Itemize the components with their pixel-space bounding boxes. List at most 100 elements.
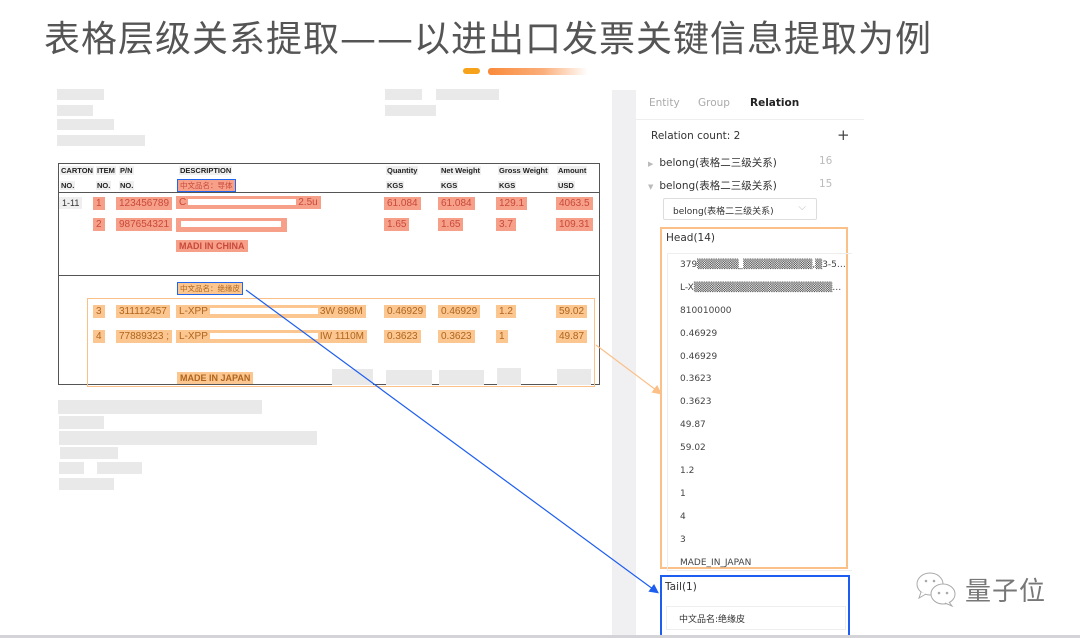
panel-divider bbox=[612, 90, 636, 638]
head-item[interactable]: 0.46929 bbox=[668, 323, 846, 346]
description[interactable]: L-XPP 3W 898M bbox=[176, 305, 366, 318]
plus-icon[interactable]: + bbox=[837, 126, 850, 144]
quantity[interactable]: 1.65 bbox=[384, 218, 410, 231]
amount[interactable]: 49.87 bbox=[556, 330, 588, 343]
head-list: 379▒▒▒▒▒▒_▒▒▒▒▒▒▒▒▒▒,▒3-50... L-X▒▒▒▒▒▒▒… bbox=[667, 253, 852, 571]
redacted-text bbox=[209, 333, 318, 340]
caret-right-icon[interactable]: ▶ bbox=[648, 160, 653, 168]
wechat-icon bbox=[916, 572, 956, 608]
description-prefix: C bbox=[179, 197, 187, 208]
description[interactable] bbox=[176, 218, 287, 232]
tab-relation[interactable]: Relation bbox=[750, 97, 799, 109]
head-item[interactable]: 1.2 bbox=[668, 460, 846, 483]
head-section: Head(14) 379▒▒▒▒▒▒_▒▒▒▒▒▒▒▒▒▒,▒3-50... L… bbox=[660, 227, 852, 571]
head-item[interactable]: 0.3623 bbox=[668, 391, 846, 414]
head-item[interactable]: 49.87 bbox=[668, 414, 846, 437]
title-deco-dot bbox=[463, 68, 480, 74]
item-no[interactable]: 2 bbox=[93, 218, 105, 231]
watermark: 量子位 bbox=[915, 570, 1046, 608]
gross-weight[interactable]: 129.1 bbox=[496, 197, 528, 210]
quantity[interactable]: 0.3623 bbox=[384, 330, 421, 343]
redacted-block bbox=[386, 370, 432, 385]
origin-label[interactable]: MADE IN JAPAN bbox=[177, 372, 254, 384]
relation-item-collapsed[interactable]: ▶ belong(表格二三级关系) 16 bbox=[648, 155, 832, 170]
slide-title: 表格层级关系提取——以进出口发票关键信息提取为例 bbox=[44, 19, 933, 60]
relation-item-expanded[interactable]: ▼ belong(表格二三级关系) 15 bbox=[648, 178, 832, 193]
relation-count: Relation count: 2 bbox=[651, 130, 741, 142]
description[interactable]: L-XPP IW 1110M bbox=[176, 330, 367, 343]
redacted-block bbox=[57, 119, 114, 130]
gross-weight[interactable]: 1.2 bbox=[496, 305, 516, 318]
col-header-net-weight: Net Weight bbox=[440, 166, 482, 175]
col-subheader-carton: NO. bbox=[60, 181, 76, 190]
origin-label[interactable]: MADI IN CHINA bbox=[176, 240, 248, 252]
head-label: Head(14) bbox=[666, 232, 716, 244]
tail-item[interactable]: 中文品名:绝缘皮 bbox=[666, 606, 846, 630]
watermark-text: 量子位 bbox=[965, 576, 1047, 607]
gross-weight[interactable]: 1 bbox=[496, 330, 508, 343]
head-item[interactable]: L-X▒▒▒▒▒▒▒▒▒▒▒▒▒▒▒▒▒▒▒▒R_7... bbox=[668, 277, 846, 300]
redacted-block bbox=[436, 89, 499, 100]
quantity[interactable]: 0.46929 bbox=[384, 305, 427, 318]
redacted-block bbox=[58, 400, 262, 414]
amount[interactable]: 4063.5 bbox=[556, 197, 593, 210]
col-subheader-item: NO. bbox=[96, 181, 112, 190]
caret-down-icon[interactable]: ▼ bbox=[648, 183, 653, 191]
title-deco-bar bbox=[488, 68, 588, 75]
tail-section: Tail(1) 中文品名:绝缘皮 bbox=[660, 575, 850, 638]
col-header-description: DESCRIPTION bbox=[179, 166, 233, 175]
part-number[interactable]: 987654321 bbox=[116, 218, 173, 231]
col-header-carton: CARTON bbox=[60, 166, 94, 175]
col-header-gross-weight: Gross Weight bbox=[498, 166, 549, 175]
item-no[interactable]: 4 bbox=[93, 330, 105, 343]
relation-label: belong(表格二三级关系) bbox=[659, 180, 777, 192]
net-weight[interactable]: 0.3623 bbox=[438, 330, 475, 343]
head-item[interactable]: 4 bbox=[668, 506, 846, 529]
amount[interactable]: 109.31 bbox=[556, 218, 593, 231]
relation-type-value: belong(表格二三级关系) bbox=[673, 207, 774, 217]
head-item[interactable]: 59.02 bbox=[668, 437, 846, 460]
col-subheader-gross-weight-unit: KGS bbox=[498, 181, 517, 190]
net-weight[interactable]: 1.65 bbox=[438, 218, 464, 231]
col-subheader-amount-unit: USD bbox=[557, 181, 575, 190]
head-item[interactable]: 810010000 bbox=[668, 300, 846, 323]
panel-tabs: Entity Group Relation bbox=[636, 90, 864, 120]
relation-panel: Entity Group Relation Relation count: 2 … bbox=[636, 90, 864, 638]
amount[interactable]: 59.02 bbox=[556, 305, 588, 318]
net-weight[interactable]: 61.084 bbox=[438, 197, 475, 210]
part-number[interactable]: 77889323 ; bbox=[116, 330, 173, 343]
item-no[interactable]: 3 bbox=[93, 305, 105, 318]
head-item[interactable]: 1 bbox=[668, 483, 846, 506]
redacted-block bbox=[59, 416, 104, 429]
head-item[interactable]: 0.3623 bbox=[668, 368, 846, 391]
relation-type-select[interactable]: belong(表格二三级关系) ⌵ bbox=[663, 198, 817, 220]
net-weight[interactable]: 0.46929 bbox=[438, 305, 481, 318]
head-item[interactable]: MADE_IN_JAPAN bbox=[668, 552, 846, 570]
col-subheader-quantity-unit: KGS bbox=[386, 181, 405, 190]
relation-count-badge: 16 bbox=[819, 155, 833, 167]
cn-name-tag-conductor[interactable]: 中文品名：导体 bbox=[177, 179, 236, 192]
redacted-block bbox=[439, 370, 484, 385]
relation-count-badge: 15 bbox=[819, 178, 833, 190]
redacted-block bbox=[57, 135, 145, 146]
tab-group[interactable]: Group bbox=[698, 97, 730, 109]
col-header-item: ITEM bbox=[96, 166, 116, 175]
description-suffix: IW 1110M bbox=[319, 331, 364, 342]
description-prefix: L-XPP bbox=[179, 306, 208, 317]
redacted-text bbox=[181, 221, 281, 228]
cn-name-tag-insulation[interactable]: 中文品名：绝缘皮 bbox=[177, 282, 243, 295]
part-number[interactable]: 123456789 bbox=[116, 197, 173, 210]
head-item[interactable]: 0.46929 bbox=[668, 346, 846, 369]
item-no[interactable]: 1 bbox=[93, 197, 105, 210]
gross-weight[interactable]: 3.7 bbox=[496, 218, 516, 231]
col-header-quantity: Quantity bbox=[386, 166, 419, 175]
tab-entity[interactable]: Entity bbox=[649, 97, 680, 109]
head-item[interactable]: 3 bbox=[668, 529, 846, 552]
description[interactable]: C 2.5u bbox=[176, 196, 321, 209]
description-suffix: 3W 898M bbox=[319, 306, 363, 317]
part-number[interactable]: 311112457 bbox=[116, 305, 170, 318]
head-item[interactable]: 379▒▒▒▒▒▒_▒▒▒▒▒▒▒▒▒▒,▒3-50... bbox=[668, 254, 846, 277]
table-divider bbox=[59, 192, 599, 193]
quantity[interactable]: 61.084 bbox=[384, 197, 421, 210]
tail-label: Tail(1) bbox=[665, 581, 697, 593]
